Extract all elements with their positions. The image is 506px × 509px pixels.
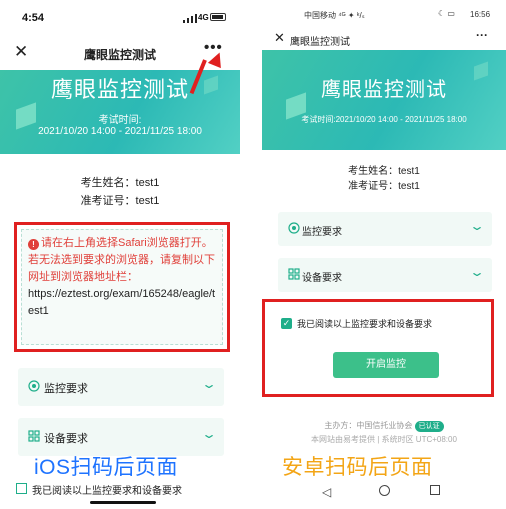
organizer-label: 主办方：中国信托业协会	[324, 421, 413, 430]
start-monitoring-button[interactable]: 开启监控	[333, 352, 439, 378]
eye-icon	[288, 222, 300, 234]
candidate-name: 考生姓名：test1	[80, 177, 160, 189]
accordion-label: 设备要求	[44, 433, 88, 445]
verified-badge: 已认证	[414, 421, 444, 432]
carrier-label: 中国移动 ⁴ᴳ ✦ ᵏ/ₛ	[304, 11, 365, 20]
agree-label: 我已阅读以上监控要求和设备要求	[32, 486, 182, 497]
status-time: 16:56	[470, 10, 491, 19]
chevron-down-icon: ⌄	[468, 265, 486, 279]
exam-time-range: 考试时间:2021/10/20 14:00 - 2021/11/25 18:00	[301, 115, 467, 124]
back-icon[interactable]: ◁	[322, 485, 331, 499]
provider-line: 本网站由易考提供 | 系统时区 UTC+08:00	[311, 435, 457, 444]
accordion-label: 设备要求	[302, 273, 342, 284]
exam-banner: 鹰眼监控测试 考试时间:2021/10/20 14:00 - 2021/11/2…	[262, 50, 506, 150]
android-screen: 中国移动 ⁴ᴳ ✦ ᵏ/ₛ ☾ ▭ 16:56 ✕ 鹰眼监控测试 ··· 鹰眼监…	[262, 0, 506, 509]
exam-url[interactable]: https://eztest.org/exam/165248/eagle/tes…	[28, 288, 215, 317]
accordion-monitoring[interactable]: 监控要求 ⌄	[18, 368, 224, 406]
candidate-info: 考生姓名：test1 准考证号：test1	[262, 164, 506, 194]
agree-label: 我已阅读以上监控要求和设备要求	[297, 319, 433, 329]
exam-time-label: 考试时间:	[98, 115, 142, 126]
ios-caption: iOS扫码后页面	[34, 456, 179, 479]
exam-time-range: 2021/10/20 14:00 - 2021/11/25 18:00	[38, 126, 202, 137]
browser-warning: ! 请在右上角选择Safari浏览器打开。 若无法选到要求的浏览器，请复制以下网址…	[21, 229, 223, 345]
chevron-down-icon: ⌄	[468, 219, 486, 233]
eye-icon	[28, 380, 40, 392]
android-caption: 安卓扫码后页面	[282, 456, 433, 479]
ios-screen: 4:54 4G ✕ 鹰眼监控测试 ••• 鹰眼监控测试 考试时间: 2021/1…	[0, 0, 240, 509]
candidate-name: 考生姓名：test1	[348, 166, 420, 177]
accordion-device[interactable]: 设备要求 ⌄	[278, 258, 492, 292]
warning-line2: 若无法选到要求的浏览器，请复制以下网址到浏览器地址栏：	[28, 254, 215, 283]
candidate-info: 考生姓名：test1 准考证号：test1	[0, 174, 240, 210]
candidate-ticket: 准考证号：test1	[348, 181, 420, 192]
android-nav-bar: ✕ 鹰眼监控测试 ···	[262, 28, 506, 50]
exam-banner: 鹰眼监控测试 考试时间: 2021/10/20 14:00 - 2021/11/…	[0, 70, 240, 154]
chevron-down-icon: ⌄	[200, 377, 218, 391]
comparison-screenshot: 4:54 4G ✕ 鹰眼监控测试 ••• 鹰眼监控测试 考试时间: 2021/1…	[0, 0, 506, 509]
network-label: 4G	[198, 13, 209, 22]
close-icon[interactable]: ✕	[274, 30, 285, 46]
more-options-icon[interactable]: ···	[476, 28, 488, 42]
nav-title: 鹰眼监控测试	[290, 37, 350, 48]
home-icon[interactable]	[379, 485, 390, 496]
signal-icon	[183, 14, 197, 23]
candidate-ticket: 准考证号：test1	[80, 195, 160, 207]
device-icon	[28, 430, 40, 442]
chevron-down-icon: ⌄	[200, 427, 218, 441]
home-indicator	[90, 501, 156, 504]
accordion-label: 监控要求	[44, 383, 88, 395]
battery-icon	[210, 13, 226, 21]
warning-line1: 请在右上角选择Safari浏览器打开。	[41, 237, 213, 249]
agree-start-highlight: ✓ 我已阅读以上监控要求和设备要求 开启监控	[262, 299, 494, 397]
banner-title: 鹰眼监控测试	[321, 79, 447, 101]
organizer-line: 主办方：中国信托业协会 已认证	[262, 420, 506, 432]
recent-apps-icon[interactable]	[430, 485, 440, 495]
accordion-label: 监控要求	[302, 227, 342, 238]
device-icon	[288, 268, 300, 280]
android-system-nav: ◁	[262, 478, 506, 509]
android-status-bar: 中国移动 ⁴ᴳ ✦ ᵏ/ₛ ☾ ▭ 16:56	[262, 0, 506, 28]
accordion-monitoring[interactable]: 监控要求 ⌄	[278, 212, 492, 246]
status-icons: ☾ ▭	[438, 9, 455, 18]
agree-checkbox[interactable]	[16, 483, 27, 494]
warning-icon: !	[28, 239, 39, 250]
browser-warning-highlight: ! 请在右上角选择Safari浏览器打开。 若无法选到要求的浏览器，请复制以下网址…	[14, 222, 230, 352]
agree-checkbox[interactable]: ✓	[281, 318, 292, 329]
status-time: 4:54	[22, 12, 45, 24]
banner-title: 鹰眼监控测试	[50, 77, 189, 102]
ios-status-bar: 4:54 4G	[0, 0, 240, 36]
